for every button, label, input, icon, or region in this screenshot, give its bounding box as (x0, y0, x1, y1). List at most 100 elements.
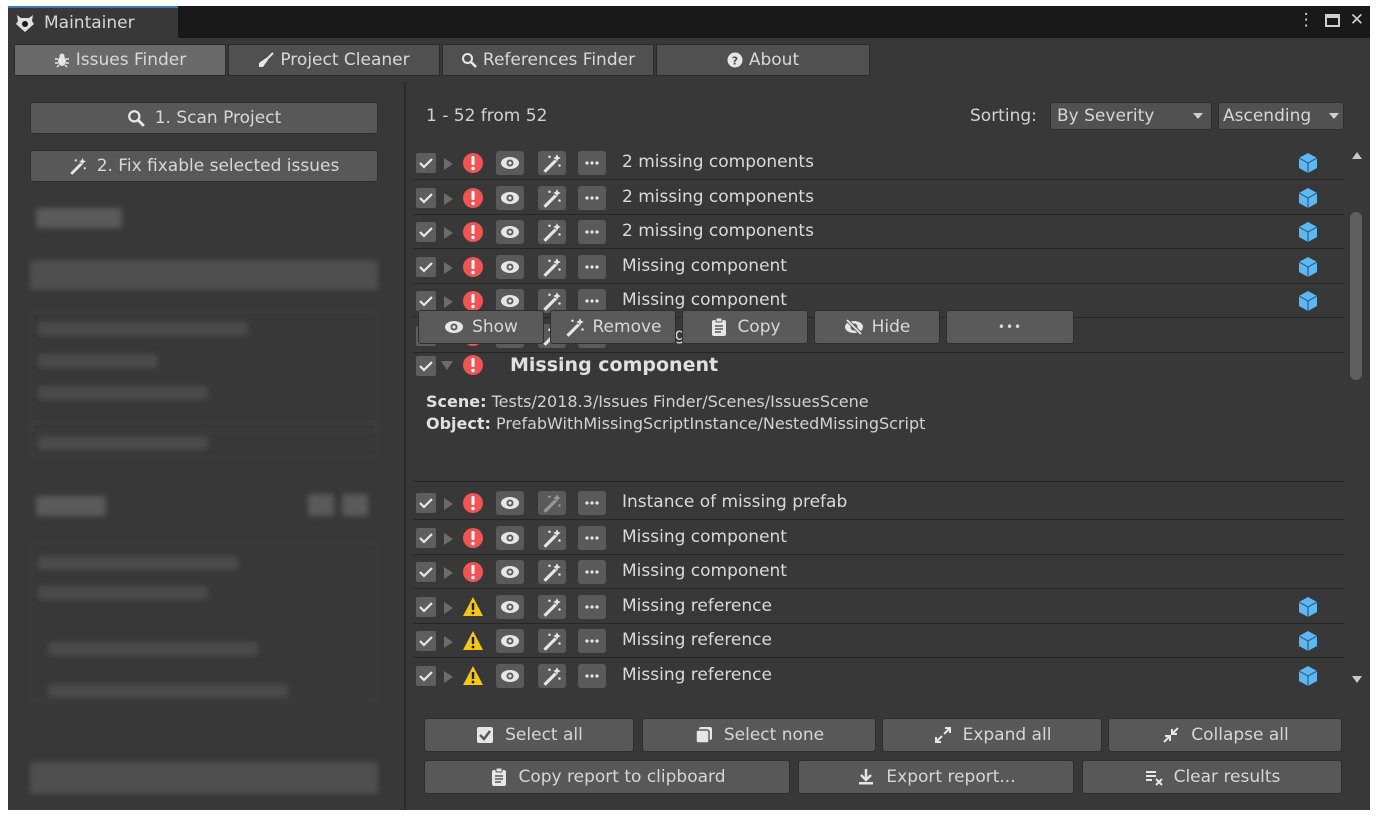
issue-row[interactable]: 2 missing components (414, 181, 1344, 215)
issue-checkbox[interactable] (416, 562, 436, 582)
fix-issue-button[interactable] (538, 491, 566, 515)
issue-more-button[interactable] (578, 663, 606, 688)
fix-issue-button[interactable] (538, 525, 566, 550)
expand-arrow-icon[interactable] (444, 296, 453, 308)
issue-row[interactable]: 2 missing components (414, 215, 1344, 249)
issue-more-button[interactable] (578, 594, 606, 619)
issue-checkbox[interactable] (416, 596, 436, 617)
window-tab[interactable]: Maintainer (8, 6, 178, 38)
fix-issue-button[interactable] (538, 663, 566, 688)
issue-checkbox[interactable] (416, 291, 436, 311)
show-issue-button[interactable] (496, 491, 524, 515)
issue-more-button[interactable] (578, 151, 606, 175)
export-report-button[interactable]: Export report... (798, 760, 1074, 794)
issue-checkbox[interactable] (416, 527, 436, 548)
show-issue-button[interactable] (496, 151, 524, 175)
sort-by-dropdown[interactable]: By Severity (1050, 102, 1212, 130)
fix-issue-button[interactable] (538, 629, 566, 653)
tab-about[interactable]: ? About (656, 44, 870, 76)
close-icon[interactable]: ✕ (1350, 10, 1364, 30)
issue-checkbox[interactable] (416, 631, 436, 651)
blurred-icon-button[interactable] (342, 494, 368, 516)
reset-settings-button-blurred[interactable] (30, 762, 378, 794)
maximize-icon[interactable] (1324, 13, 1340, 27)
issue-more-button[interactable] (578, 525, 606, 550)
blurred-option[interactable] (38, 436, 208, 450)
issue-more-button[interactable] (578, 629, 606, 653)
issue-row[interactable]: 2 missing components (414, 146, 1344, 180)
show-issue-button[interactable] (496, 629, 524, 653)
issue-row[interactable]: Instance of missing prefab (414, 486, 1344, 520)
fix-issue-button[interactable] (538, 185, 566, 210)
issue-row[interactable]: Missing component (414, 555, 1344, 589)
issue-row[interactable]: Missing component (414, 250, 1344, 284)
issue-row[interactable]: Missing reference (414, 590, 1344, 624)
blurred-option[interactable] (38, 586, 208, 600)
issue-checkbox[interactable] (416, 153, 436, 173)
issue-row[interactable]: Missing reference (414, 624, 1344, 658)
blurred-option[interactable] (38, 556, 238, 570)
issue-checkbox[interactable] (416, 493, 436, 513)
fix-issue-button[interactable] (538, 594, 566, 619)
tab-references-finder[interactable]: References Finder (442, 44, 654, 76)
show-issue-button[interactable] (496, 220, 524, 244)
sort-order-dropdown[interactable]: Ascending (1218, 102, 1344, 130)
issue-checkbox[interactable] (416, 356, 436, 376)
collapse-all-button[interactable]: Collapse all (1108, 718, 1342, 752)
blurred-option[interactable] (38, 386, 208, 400)
blurred-icon-button[interactable] (308, 494, 334, 516)
show-issue-button[interactable] (496, 525, 524, 550)
scroll-down-icon[interactable] (1352, 676, 1362, 683)
tab-issues-finder[interactable]: Issues Finder (14, 44, 226, 76)
issue-checkbox[interactable] (416, 187, 436, 208)
blurred-option[interactable] (38, 322, 248, 336)
filters-button-blurred[interactable] (30, 260, 378, 290)
list-scrollbar[interactable] (1348, 146, 1366, 692)
expand-arrow-icon[interactable] (444, 192, 453, 205)
scan-project-button[interactable]: 1. Scan Project (30, 102, 378, 134)
more-actions-button[interactable]: ••• (946, 310, 1074, 344)
issue-more-button[interactable] (578, 185, 606, 210)
expand-arrow-icon[interactable] (444, 636, 453, 648)
remove-button[interactable]: Remove (550, 310, 676, 344)
expand-arrow-icon[interactable] (444, 158, 453, 170)
show-issue-button[interactable] (496, 254, 524, 279)
issue-checkbox[interactable] (416, 665, 436, 686)
fix-issue-button[interactable] (538, 560, 566, 584)
issue-more-button[interactable] (578, 560, 606, 584)
more-icon[interactable]: ⋮ (1298, 10, 1315, 30)
show-issue-button[interactable] (496, 594, 524, 619)
issue-more-button[interactable] (578, 220, 606, 244)
copy-report-button[interactable]: Copy report to clipboard (424, 760, 790, 794)
show-issue-button[interactable] (496, 663, 524, 688)
expand-arrow-icon[interactable] (444, 261, 453, 274)
expand-arrow-icon[interactable] (444, 670, 453, 683)
scroll-up-icon[interactable] (1352, 152, 1362, 159)
tab-project-cleaner[interactable]: Project Cleaner (228, 44, 440, 76)
expand-all-button[interactable]: Expand all (882, 718, 1102, 752)
issue-more-button[interactable] (578, 254, 606, 279)
expand-arrow-icon[interactable] (444, 227, 453, 239)
issue-row[interactable]: Missing component (414, 521, 1344, 555)
show-issue-button[interactable] (496, 560, 524, 584)
expand-arrow-icon[interactable] (444, 567, 453, 579)
clear-results-button[interactable]: Clear results (1082, 760, 1342, 794)
collapse-arrow-icon[interactable] (441, 361, 453, 370)
fix-issue-button[interactable] (538, 220, 566, 244)
blurred-option[interactable] (38, 354, 158, 368)
issue-row[interactable]: Missing reference (414, 659, 1344, 692)
expand-arrow-icon[interactable] (444, 601, 453, 614)
select-all-button[interactable]: Select all (424, 718, 634, 752)
show-button[interactable]: Show (418, 310, 544, 344)
fix-issue-button[interactable] (538, 254, 566, 279)
issue-checkbox[interactable] (416, 256, 436, 277)
scroll-thumb[interactable] (1350, 212, 1362, 380)
fix-selected-button[interactable]: 2. Fix fixable selected issues (30, 150, 378, 182)
select-none-button[interactable]: Select none (642, 718, 876, 752)
expand-arrow-icon[interactable] (444, 532, 453, 545)
expand-arrow-icon[interactable] (444, 498, 453, 510)
fix-issue-button[interactable] (538, 151, 566, 175)
copy-button[interactable]: Copy (682, 310, 808, 344)
blurred-option[interactable] (48, 642, 258, 656)
blurred-option[interactable] (48, 684, 288, 698)
